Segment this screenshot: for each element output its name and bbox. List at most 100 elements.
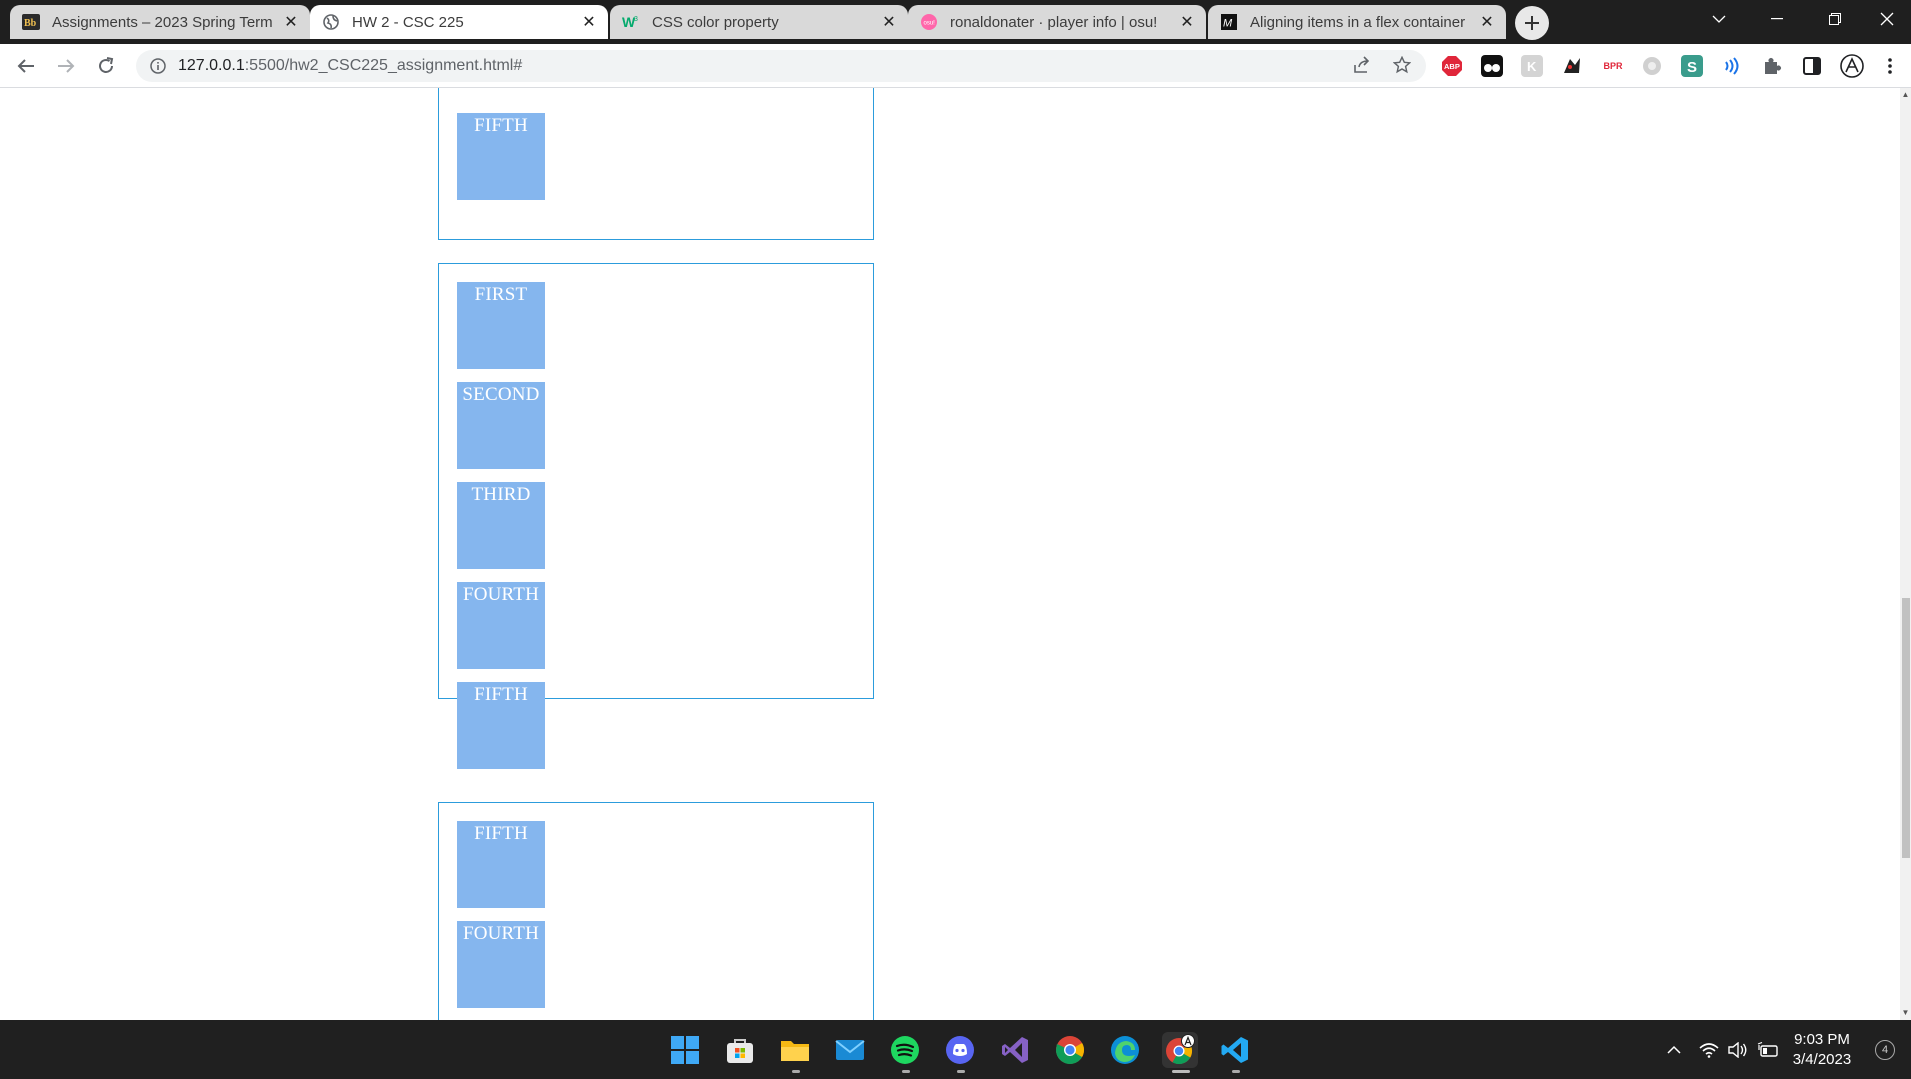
close-icon[interactable]: ✕ <box>1478 13 1496 31</box>
clock-time: 9:03 PM <box>1794 1031 1850 1048</box>
volume-icon[interactable] <box>1726 1038 1750 1062</box>
tab-hw2[interactable]: HW 2 - CSC 225 ✕ <box>310 5 608 39</box>
windows-logo-icon <box>671 1036 699 1064</box>
start-button[interactable] <box>667 1032 703 1068</box>
flex-container-3: FIFTH FOURTH <box>438 802 874 1020</box>
extensions-puzzle-icon[interactable] <box>1760 54 1784 78</box>
file-explorer-icon[interactable] <box>777 1032 813 1068</box>
globe-icon <box>322 13 340 31</box>
mascot-extension-icon[interactable] <box>1560 54 1584 78</box>
notification-badge[interactable]: 4 <box>1875 1040 1895 1060</box>
scroll-up-arrow[interactable]: ▲ <box>1901 90 1910 99</box>
share-icon <box>1354 56 1370 73</box>
arrow-left-icon <box>17 59 34 73</box>
running-indicator <box>957 1070 965 1073</box>
wifi-icon[interactable] <box>1697 1038 1721 1062</box>
scrollbar-thumb[interactable] <box>1902 598 1910 858</box>
system-clock[interactable]: 9:03 PM 3/4/2023 <box>1780 1030 1864 1070</box>
close-icon <box>1880 12 1893 26</box>
running-indicator <box>902 1070 910 1073</box>
tab-title: Assignments – 2023 Spring Term <box>52 13 273 31</box>
scroll-down-arrow[interactable]: ▼ <box>1901 1008 1910 1017</box>
bpr-extension-icon[interactable]: BPR <box>1598 54 1628 78</box>
tab-osu[interactable]: osu! ronaldonater · player info | osu! ✕ <box>908 5 1206 39</box>
page-scrollbar[interactable]: ▲ ▼ <box>1900 88 1911 1020</box>
menu-button[interactable] <box>1880 54 1900 78</box>
discord-icon[interactable] <box>942 1032 978 1068</box>
tab-title: HW 2 - CSC 225 <box>352 13 464 31</box>
show-hidden-icons-button[interactable] <box>1662 1038 1686 1062</box>
svg-text:3: 3 <box>634 16 638 23</box>
side-panel-icon[interactable] <box>1800 54 1824 78</box>
tab-css-color[interactable]: W3 CSS color property ✕ <box>610 5 908 39</box>
edge-icon[interactable] <box>1107 1032 1143 1068</box>
arrow-right-icon <box>58 59 75 73</box>
flex-item-first: FIRST <box>457 282 545 369</box>
tab-title: ronaldonater · player info | osu! <box>950 13 1158 31</box>
chrome-profile-icon[interactable] <box>1162 1032 1198 1068</box>
mail-icon[interactable] <box>832 1032 868 1068</box>
kebab-menu-icon <box>1888 58 1892 74</box>
reload-button[interactable] <box>92 52 120 80</box>
running-indicator <box>792 1070 800 1073</box>
flex-item: FIFTH <box>457 113 545 200</box>
forward-button[interactable] <box>52 52 80 80</box>
page-viewport: FIFTH FIRST SECOND THIRD FOURTH FIFTH FI… <box>0 88 1900 1020</box>
chrome-icon[interactable] <box>1052 1032 1088 1068</box>
k-extension-icon[interactable]: K <box>1520 54 1544 78</box>
osu-icon: osu! <box>920 13 938 31</box>
tampermonkey-extension-icon[interactable] <box>1480 54 1504 78</box>
close-icon[interactable]: ✕ <box>580 13 598 31</box>
svg-text:Bb: Bb <box>24 18 37 29</box>
chevron-up-icon <box>1667 1045 1681 1054</box>
profile-avatar-icon[interactable] <box>1840 54 1864 78</box>
tab-title: CSS color property <box>652 13 779 31</box>
running-indicator <box>1232 1070 1240 1073</box>
spotify-icon[interactable] <box>887 1032 923 1068</box>
url-host: 127.0.0.1 <box>178 57 245 74</box>
info-icon[interactable] <box>148 56 168 76</box>
svg-text:M: M <box>1223 18 1233 30</box>
active-window-indicator <box>1172 1070 1190 1073</box>
restore-icon <box>1829 13 1841 25</box>
tab-search-button[interactable] <box>1690 0 1748 38</box>
read-aloud-extension-icon[interactable] <box>1720 54 1744 78</box>
bookmark-button[interactable] <box>1388 51 1416 79</box>
svg-text:ABP: ABP <box>1444 62 1460 71</box>
windows-taskbar: 9:03 PM 3/4/2023 4 <box>0 1020 1911 1079</box>
flex-item-fourth: FOURTH <box>457 921 545 1008</box>
plus-icon <box>1525 16 1539 30</box>
url-path: :5500/hw2_CSC225_assignment.html# <box>244 57 523 74</box>
minimize-button[interactable] <box>1748 0 1806 38</box>
flex-container-2: FIRST SECOND THIRD FOURTH FIFTH <box>438 263 874 769</box>
flex-item-fifth: FIFTH <box>457 821 545 908</box>
bb-icon: Bb <box>22 13 40 31</box>
minimize-icon <box>1771 18 1783 20</box>
tab-strip: Bb Assignments – 2023 Spring Term ✕ HW 2… <box>0 0 1911 44</box>
chevron-down-icon <box>1712 15 1726 23</box>
ms-store-icon[interactable] <box>722 1032 758 1068</box>
w3-icon: W3 <box>622 13 640 31</box>
new-tab-button[interactable] <box>1515 6 1549 40</box>
address-bar[interactable]: 127.0.0.1:5500/hw2_CSC225_assignment.htm… <box>136 50 1426 82</box>
gray-extension-icon[interactable] <box>1640 54 1664 78</box>
adblock-extension-icon[interactable]: ABP <box>1440 54 1464 78</box>
flex-item-third: THIRD <box>457 482 545 569</box>
tab-mdn-flex[interactable]: M Aligning items in a flex container ✕ <box>1208 5 1506 39</box>
mdn-icon: M <box>1220 13 1238 31</box>
vscode-icon[interactable] <box>1217 1032 1253 1068</box>
s-extension-icon[interactable]: S <box>1680 54 1704 78</box>
restore-button[interactable] <box>1806 0 1864 38</box>
close-icon[interactable]: ✕ <box>1178 13 1196 31</box>
close-icon[interactable]: ✕ <box>282 13 300 31</box>
close-window-button[interactable] <box>1862 0 1911 38</box>
back-button[interactable] <box>12 52 40 80</box>
flex-item-second: SECOND <box>457 382 545 469</box>
tab-title: Aligning items in a flex container <box>1250 13 1466 31</box>
close-icon[interactable]: ✕ <box>880 13 898 31</box>
visual-studio-icon[interactable] <box>997 1032 1033 1068</box>
share-button[interactable] <box>1348 51 1376 79</box>
flex-item-fifth: FIFTH <box>457 682 545 769</box>
battery-icon[interactable] <box>1756 1038 1780 1062</box>
tab-assignments[interactable]: Bb Assignments – 2023 Spring Term ✕ <box>10 5 310 39</box>
